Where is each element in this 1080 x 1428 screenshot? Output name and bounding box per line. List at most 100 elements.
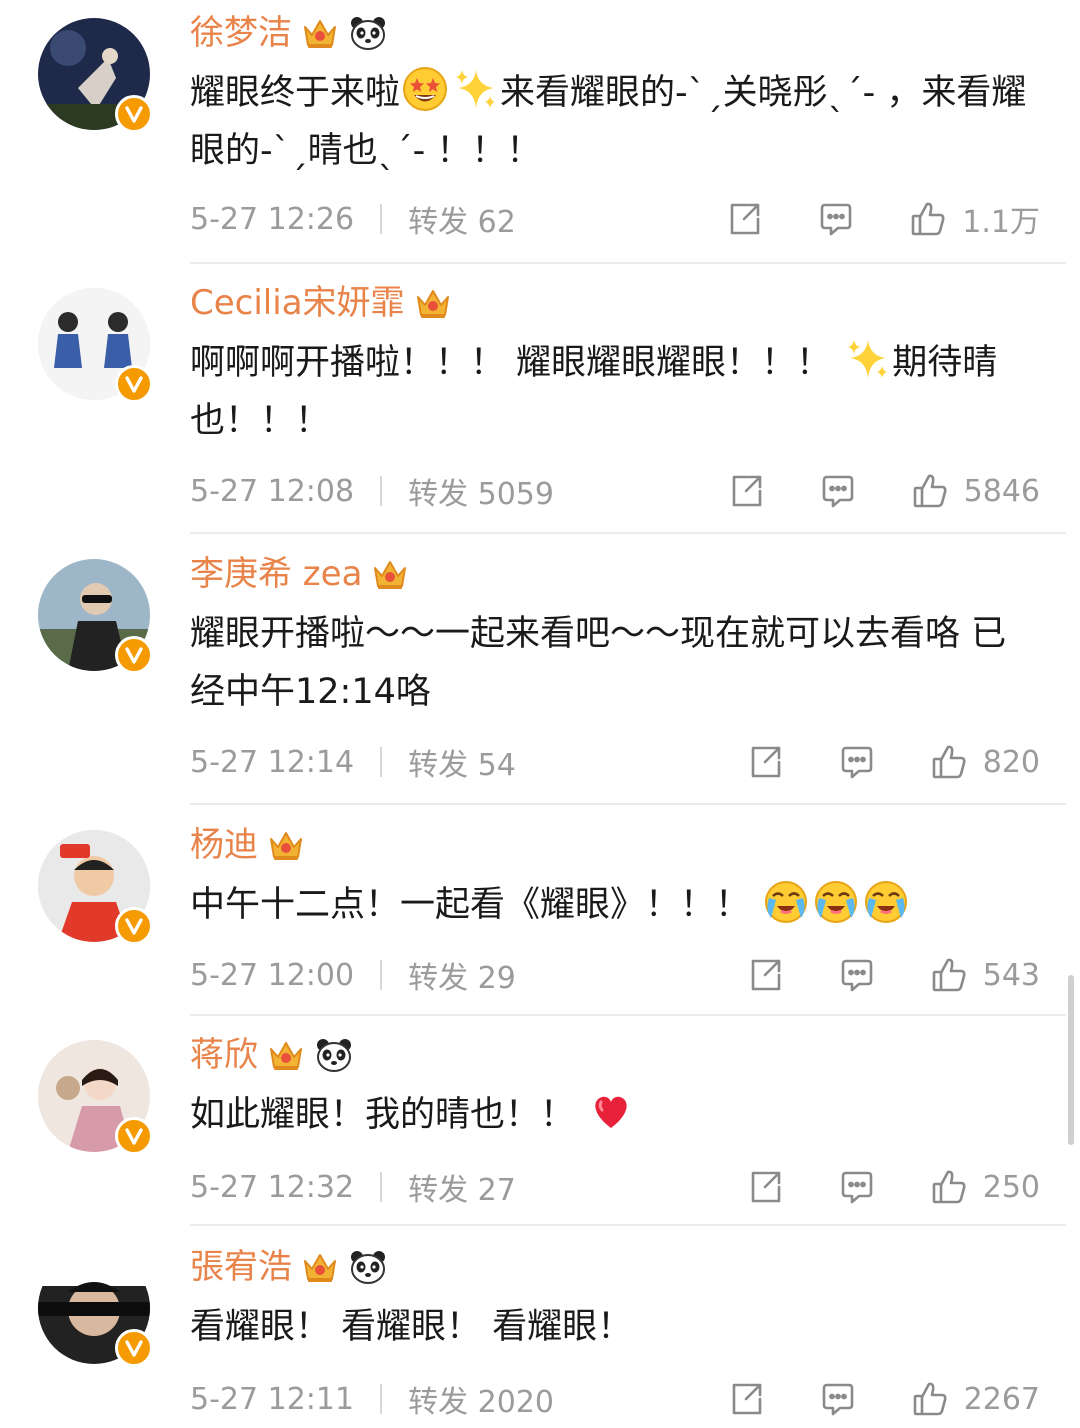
- repost-count[interactable]: 转发 2020: [408, 1377, 554, 1421]
- like-icon[interactable]: [929, 742, 969, 782]
- meta-separator: [380, 476, 383, 506]
- comment-text: 中午十二点！一起看《耀眼》！！！: [190, 876, 1040, 934]
- repost-count[interactable]: 转发 62: [408, 197, 516, 241]
- like-icon[interactable]: [929, 955, 969, 995]
- like-icon[interactable]: [908, 199, 948, 239]
- panda-icon: [314, 1035, 354, 1075]
- name-row: 徐梦洁: [190, 8, 388, 58]
- user-name[interactable]: 張宥浩: [190, 1242, 292, 1292]
- action-bar: 543: [745, 955, 1040, 995]
- divider: [190, 532, 1066, 534]
- like-count: 543: [982, 957, 1040, 993]
- name-row: 張宥浩: [190, 1242, 388, 1292]
- share-icon[interactable]: [724, 199, 764, 239]
- action-bar: 2267: [726, 1379, 1040, 1419]
- sparkles-emoji: [452, 66, 498, 112]
- comment-icon[interactable]: [818, 471, 858, 511]
- sparkles-emoji: [844, 336, 890, 382]
- like-button[interactable]: 543: [929, 955, 1040, 995]
- share-icon[interactable]: [745, 1167, 785, 1207]
- comment-icon[interactable]: [837, 742, 877, 782]
- user-name[interactable]: 蒋欣: [190, 1030, 258, 1080]
- crying-face-emoji: [813, 878, 859, 924]
- divider: [190, 1224, 1066, 1226]
- comment-icon[interactable]: [818, 1379, 858, 1419]
- comment-icon[interactable]: [837, 955, 877, 995]
- meta-row: 5-27 12:32 转发 27 250: [190, 1162, 1040, 1212]
- crown-icon: [300, 1247, 340, 1287]
- comment-icon[interactable]: [837, 1167, 877, 1207]
- meta-separator: [380, 747, 383, 777]
- comment-item: Cecilia宋妍霏啊啊啊开播啦！！！ 耀眼耀眼耀眼！！！ 期待晴也！！！ 5-2…: [0, 270, 1080, 534]
- like-button[interactable]: 2267: [910, 1379, 1040, 1419]
- comment-text-segment: 啊啊啊开播啦！！！ 耀眼耀眼耀眼！！！: [190, 343, 843, 383]
- like-button[interactable]: 820: [929, 742, 1040, 782]
- verified-badge-icon: [115, 1117, 153, 1155]
- comment-text-segment: 耀眼终于来啦: [190, 73, 401, 113]
- like-button[interactable]: 250: [929, 1167, 1040, 1207]
- name-row: 杨迪: [190, 820, 306, 870]
- timestamp: 5-27 12:32: [190, 1169, 355, 1205]
- comment-item: 徐梦洁耀眼终于来啦 来看耀眼的-ˋˏ关晓彤ˎˊ- ，来看耀眼的-ˋˏ晴也ˎˊ- ！…: [0, 0, 1080, 264]
- repost-count[interactable]: 转发 29: [408, 953, 516, 997]
- like-count: 2267: [963, 1381, 1040, 1417]
- like-count: 250: [982, 1169, 1040, 1205]
- like-icon[interactable]: [910, 471, 950, 511]
- comment-text: 看耀眼！ 看耀眼！ 看耀眼！: [190, 1298, 1040, 1356]
- action-bar: 250: [745, 1167, 1040, 1207]
- user-name[interactable]: 李庚希 zea: [190, 549, 362, 599]
- action-bar: 820: [745, 742, 1040, 782]
- panda-icon: [348, 13, 388, 53]
- timestamp: 5-27 12:08: [190, 473, 355, 509]
- comment-text: 耀眼开播啦～～一起来看吧～～现在就可以去看咯 已经中午12:14咯: [190, 605, 1040, 721]
- crown-icon: [266, 825, 306, 865]
- action-bar: 1.1万: [724, 197, 1040, 241]
- comment-icon[interactable]: [816, 199, 856, 239]
- like-icon[interactable]: [929, 1167, 969, 1207]
- meta-row: 5-27 12:11 转发 2020 2267: [190, 1374, 1040, 1424]
- verified-badge-icon: [115, 636, 153, 674]
- crying-face-emoji: [763, 878, 809, 924]
- name-row: 李庚希 zea: [190, 549, 410, 599]
- user-name[interactable]: 杨迪: [190, 820, 258, 870]
- repost-count[interactable]: 转发 27: [408, 1165, 516, 1209]
- share-icon[interactable]: [745, 955, 785, 995]
- like-count: 820: [982, 744, 1040, 780]
- like-count: 5846: [963, 473, 1040, 509]
- like-count: 1.1万: [962, 205, 1040, 240]
- share-icon[interactable]: [726, 1379, 766, 1419]
- comment-text: 如此耀眼！我的晴也！！: [190, 1086, 1040, 1144]
- timestamp: 5-27 12:00: [190, 957, 355, 993]
- comment-item: 杨迪中午十二点！一起看《耀眼》！！！ 5-27 12:00 转发 29 543: [0, 812, 1080, 1016]
- share-icon[interactable]: [726, 471, 766, 511]
- comment-text: 啊啊啊开播啦！！！ 耀眼耀眼耀眼！！！ 期待晴也！！！: [190, 334, 1040, 450]
- meta-row: 5-27 12:26 转发 62 1.1万: [190, 194, 1040, 244]
- scrollbar[interactable]: [1068, 975, 1074, 1145]
- action-bar: 5846: [726, 471, 1040, 511]
- like-icon[interactable]: [910, 1379, 950, 1419]
- meta-row: 5-27 12:00 转发 29 543: [190, 950, 1040, 1000]
- meta-row: 5-27 12:14 转发 54 820: [190, 737, 1040, 787]
- crying-face-emoji: [863, 878, 909, 924]
- meta-separator: [380, 960, 383, 990]
- star-struck-emoji: [402, 66, 448, 112]
- user-name[interactable]: Cecilia宋妍霏: [190, 278, 405, 328]
- like-button[interactable]: 1.1万: [908, 197, 1040, 241]
- crown-icon: [370, 554, 410, 594]
- divider: [190, 262, 1066, 264]
- comment-item: 蒋欣如此耀眼！我的晴也！！ 5-27 12:32 转发 27 250: [0, 1022, 1080, 1226]
- repost-count[interactable]: 转发 54: [408, 740, 516, 784]
- like-button[interactable]: 5846: [910, 471, 1040, 511]
- comment-text: 耀眼终于来啦 来看耀眼的-ˋˏ关晓彤ˎˊ- ，来看耀眼的-ˋˏ晴也ˎˊ- ！！！: [190, 64, 1040, 180]
- name-row: 蒋欣: [190, 1030, 354, 1080]
- meta-row: 5-27 12:08 转发 5059 5846: [190, 466, 1040, 516]
- comment-text-segment: 耀眼开播啦～～一起来看吧～～现在就可以去看咯 已经中午12:14咯: [190, 614, 1007, 712]
- share-icon[interactable]: [745, 742, 785, 782]
- repost-count[interactable]: 转发 5059: [408, 469, 554, 513]
- comment-feed: 徐梦洁耀眼终于来啦 来看耀眼的-ˋˏ关晓彤ˎˊ- ，来看耀眼的-ˋˏ晴也ˎˊ- ！…: [0, 0, 1080, 1428]
- comment-text-segment: 中午十二点！一起看《耀眼》！！！: [190, 885, 762, 925]
- user-name[interactable]: 徐梦洁: [190, 8, 292, 58]
- verified-badge-icon: [115, 95, 153, 133]
- comment-item: 張宥浩 看耀眼！ 看耀眼！ 看耀眼！ 5-27 12:11 转发 2020 2267: [0, 1234, 1080, 1428]
- meta-separator: [380, 204, 383, 234]
